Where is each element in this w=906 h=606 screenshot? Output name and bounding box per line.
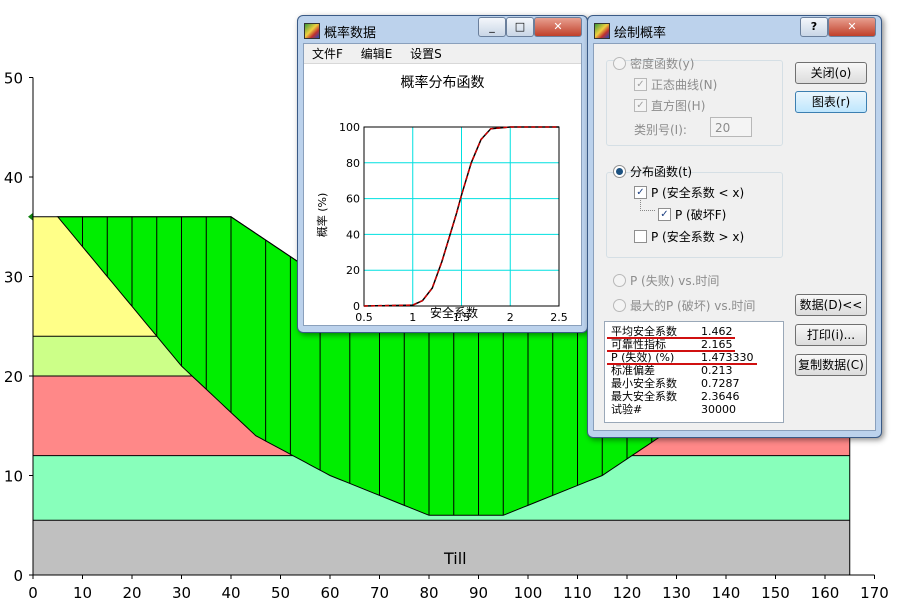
statistics-panel: 平均安全系数 1.462 可靠性指标 2.165 P (失效) (%) 1.47… xyxy=(604,321,784,423)
stat-value: 0.213 xyxy=(701,364,733,377)
cdf-y-tick-label: 60 xyxy=(346,193,360,206)
x-tick-label: 70 xyxy=(370,584,389,602)
cdf-y-tick-label: 20 xyxy=(346,264,360,277)
cdf-y-axis-label: 概率 (%) xyxy=(316,192,329,238)
cdf-x-axis-label: 安全系数 xyxy=(429,306,478,320)
copy-data-button[interactable]: 复制数据(C) xyxy=(795,354,867,376)
x-tick-label: 150 xyxy=(761,584,790,602)
cdf-y-tick-label: 80 xyxy=(346,157,360,170)
cdf-x-tick-label: 2.5 xyxy=(550,311,568,324)
app-icon xyxy=(304,23,320,39)
class-count-input[interactable]: 20 xyxy=(710,117,752,137)
stat-label: 可靠性指标 xyxy=(611,338,666,351)
x-tick-label: 170 xyxy=(860,584,889,602)
y-tick-label: 10 xyxy=(4,468,23,486)
p-failure-label: P (破坏F) xyxy=(675,208,727,222)
distribution-function-label: 分布函数(t) xyxy=(630,165,693,179)
x-tick-label: 80 xyxy=(419,584,438,602)
x-tick-label: 100 xyxy=(514,584,543,602)
cdf-y-tick-label: 100 xyxy=(339,121,360,134)
x-tick-label: 120 xyxy=(613,584,642,602)
probability-client-area: 文件F 编辑E 设置S 0.5 1 1.5 2 2.5 0 20 40 60 80 100 概率分布… xyxy=(303,43,582,326)
cdf-chart: 0.5 1 1.5 2 2.5020406080100 xyxy=(339,121,568,324)
close-button[interactable]: ✕ xyxy=(534,17,582,37)
stat-label: 最大安全系数 xyxy=(611,390,677,403)
close-dialog-button[interactable]: 关闭(o) xyxy=(795,62,867,84)
highlight-underline xyxy=(607,337,735,339)
y-tick-label: 20 xyxy=(4,368,23,386)
class-count-label: 类别号(I): xyxy=(634,123,687,137)
x-tick-label: 160 xyxy=(811,584,840,602)
p-fs-greater-than-x-checkbox[interactable] xyxy=(634,230,647,243)
plot-options-client-area: 密度函数(y) ✓ 正态曲线(N) ✓ 直方图(H) 类别号(I): 20 分布… xyxy=(593,43,876,431)
stat-label: 试验# xyxy=(611,403,643,416)
stat-label: 最小安全系数 xyxy=(611,377,677,390)
x-tick-label: 60 xyxy=(320,584,339,602)
print-button[interactable]: 打印(i)... xyxy=(795,324,867,346)
max-p-failure-vs-time-label: 最大的P (破坏) vs.时间 xyxy=(630,299,756,313)
distribution-function-radio[interactable] xyxy=(613,165,626,178)
menu-bar: 文件F 编辑E 设置S xyxy=(304,44,581,64)
x-tick-label: 110 xyxy=(563,584,592,602)
stat-value: 1.473330 xyxy=(701,351,754,364)
x-tick-label: 50 xyxy=(271,584,290,602)
y-tick-label: 40 xyxy=(4,169,23,187)
y-tick-label: 50 xyxy=(4,70,23,88)
x-tick-label: 40 xyxy=(221,584,240,602)
y-tick-label: 0 xyxy=(13,567,23,585)
stat-label: 平均安全系数 xyxy=(611,325,677,338)
minimize-button[interactable]: _ xyxy=(478,17,506,37)
close-button[interactable]: ✕ xyxy=(828,17,876,37)
app-icon xyxy=(594,23,610,39)
stat-value: 2.165 xyxy=(701,338,733,351)
stat-value: 30000 xyxy=(701,403,736,416)
x-tick-label: 130 xyxy=(662,584,691,602)
cdf-y-tick-label: 40 xyxy=(346,228,360,241)
chart-button[interactable]: 图表(r) xyxy=(795,91,867,113)
p-failure-vs-time-label: P (失败) vs.时间 xyxy=(630,274,720,288)
x-tick-label: 90 xyxy=(469,584,488,602)
density-function-radio[interactable] xyxy=(613,57,626,70)
histogram-checkbox[interactable]: ✓ xyxy=(634,99,647,112)
y-tick-label: 30 xyxy=(4,269,23,287)
normal-curve-checkbox[interactable]: ✓ xyxy=(634,78,647,91)
density-function-label: 密度函数(y) xyxy=(630,57,695,71)
stat-label: P (失效) (%) xyxy=(611,351,675,364)
p-fs-greater-than-x-label: P (安全系数 > x) xyxy=(651,230,745,244)
stat-value: 1.462 xyxy=(701,325,733,338)
p-fs-less-than-x-label: P (安全系数 < x) xyxy=(651,186,745,200)
data-toggle-button[interactable]: 数据(D)<< xyxy=(795,294,867,316)
stat-value: 0.7287 xyxy=(701,377,740,390)
piezo-marker xyxy=(28,212,33,221)
maximize-button[interactable]: □ xyxy=(506,17,534,37)
menu-edit[interactable]: 编辑E xyxy=(361,47,393,61)
soil-layer xyxy=(33,520,850,575)
normal-curve-label: 正态曲线(N) xyxy=(651,78,718,92)
x-tick-label: 30 xyxy=(172,584,191,602)
menu-settings[interactable]: 设置S xyxy=(410,47,442,61)
bedrock-label: Till xyxy=(444,549,467,568)
probability-data-window[interactable]: 概率数据 _ □ ✕ 文件F 编辑E 设置S 0.5 1 1.5 2 2.5 0 20 40 6… xyxy=(297,15,588,333)
tree-connector xyxy=(640,198,655,211)
highlight-underline xyxy=(607,363,757,365)
p-failure-vs-time-radio[interactable] xyxy=(613,274,626,287)
cdf-title: 概率分布函数 xyxy=(400,75,485,91)
x-tick-label: 140 xyxy=(712,584,741,602)
plot-probability-window[interactable]: 绘制概率 ? ✕ 密度函数(y) ✓ 正态曲线(N) ✓ 直方图(H) 类别号(… xyxy=(587,15,882,438)
menu-file[interactable]: 文件F xyxy=(312,47,343,61)
histogram-label: 直方图(H) xyxy=(651,99,706,113)
x-tick-label: 20 xyxy=(122,584,141,602)
window-title: 绘制概率 xyxy=(614,26,667,41)
x-tick-label: 10 xyxy=(73,584,92,602)
highlight-underline xyxy=(607,350,735,352)
stat-value: 2.3646 xyxy=(701,390,740,403)
x-tick-label: 0 xyxy=(28,584,38,602)
stat-label: 标准偏差 xyxy=(611,364,655,377)
p-failure-checkbox[interactable]: ✓ xyxy=(658,208,671,221)
help-button[interactable]: ? xyxy=(800,17,828,37)
window-title: 概率数据 xyxy=(324,26,377,41)
max-p-failure-vs-time-radio[interactable] xyxy=(613,299,626,312)
